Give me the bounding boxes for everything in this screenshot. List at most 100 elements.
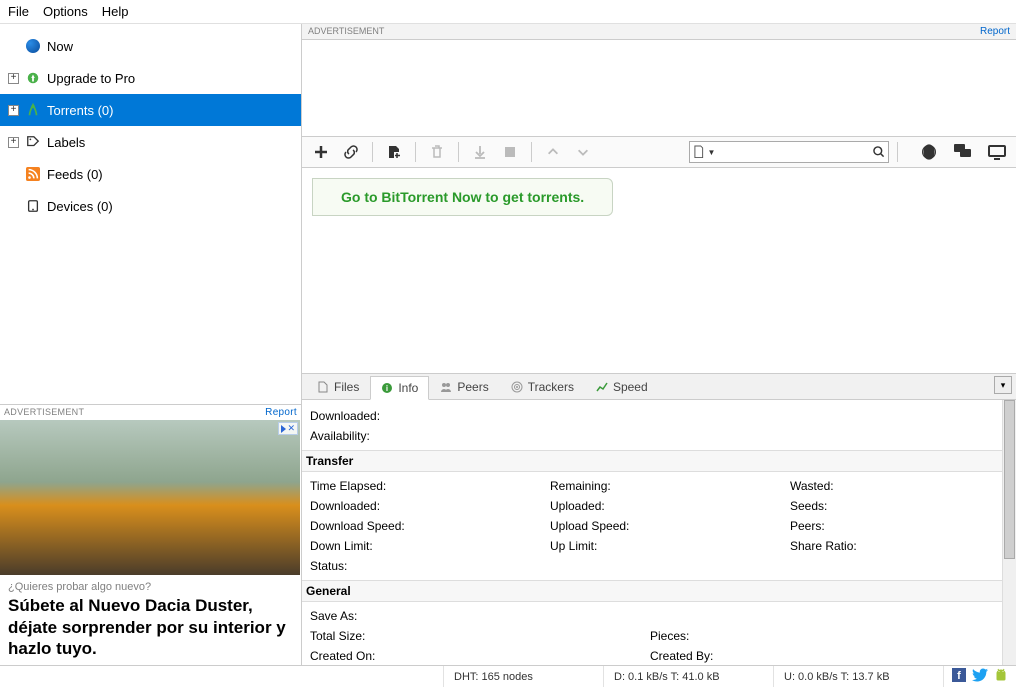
sidebar-label: Upgrade to Pro [47, 71, 135, 86]
search-dropdown-icon[interactable]: ▼ [706, 148, 718, 157]
label-upload-speed: Upload Speed: [550, 516, 790, 536]
sidebar-label: Now [47, 39, 73, 54]
menu-options[interactable]: Options [43, 4, 88, 19]
expand-icon[interactable]: + [8, 105, 19, 116]
label-created-on: Created On: [310, 646, 650, 665]
label-created-by: Created By: [650, 646, 1008, 665]
label-download-speed: Download Speed: [310, 516, 550, 536]
create-torrent-button[interactable] [381, 139, 407, 165]
add-url-button[interactable] [338, 139, 364, 165]
device-icon [25, 198, 41, 214]
ad-image[interactable]: ✕ [0, 420, 300, 575]
label-uploaded: Uploaded: [550, 496, 790, 516]
search-input[interactable] [717, 145, 872, 159]
torrent-list-pane: Go to BitTorrent Now to get torrents. [302, 168, 1016, 374]
status-upload[interactable]: U: 0.0 kB/s T: 13.7 kB [774, 666, 944, 687]
sidebar-label: Torrents (0) [47, 103, 113, 118]
status-dht[interactable]: DHT: 165 nodes [444, 666, 604, 687]
ad-choices-badge[interactable]: ✕ [278, 422, 298, 435]
ad-label: ADVERTISEMENT [4, 407, 84, 418]
toolbar: ▼ [302, 136, 1016, 168]
label-total-size: Total Size: [310, 626, 650, 646]
tab-info[interactable]: i Info [370, 376, 429, 400]
sidebar-label: Devices (0) [47, 199, 113, 214]
label-up-limit: Up Limit: [550, 536, 790, 556]
twitter-icon[interactable] [972, 668, 988, 685]
social-icons: f [944, 668, 1016, 685]
info-downloaded: Downloaded: [310, 406, 1008, 426]
add-torrent-button[interactable] [308, 139, 334, 165]
sidebar-item-torrents[interactable]: + Torrents (0) [0, 94, 301, 126]
ad-caption: ¿Quieres probar algo nuevo? [0, 575, 301, 595]
right-column: ADVERTISEMENT Report ▼ [302, 24, 1016, 665]
label-wasted: Wasted: [790, 476, 1008, 496]
label-downloaded: Downloaded: [310, 496, 550, 516]
now-icon [25, 38, 41, 54]
sidebar-label: Labels [47, 135, 85, 150]
info-availability: Availability: [310, 426, 1008, 446]
sidebar: Now + Upgrade to Pro + Torrents (0) + La… [0, 24, 301, 404]
sidebar-item-now[interactable]: Now [0, 30, 301, 62]
info-pane: Downloaded: Availability: Transfer Time … [302, 400, 1016, 665]
move-down-button[interactable] [570, 139, 596, 165]
ad-header: ADVERTISEMENT Report [0, 404, 301, 420]
sidebar-item-devices[interactable]: Devices (0) [0, 190, 301, 222]
bundles-button[interactable] [916, 139, 942, 165]
label-pieces: Pieces: [650, 626, 1008, 646]
svg-text:i: i [386, 384, 388, 393]
stop-button[interactable] [497, 139, 523, 165]
search-icon[interactable] [872, 145, 886, 159]
torrent-icon [25, 102, 41, 118]
android-icon[interactable] [994, 668, 1008, 685]
move-up-button[interactable] [540, 139, 566, 165]
label-share-ratio: Share Ratio: [790, 536, 1008, 556]
menu-file[interactable]: File [8, 4, 29, 19]
expand-icon[interactable]: + [8, 73, 19, 84]
svg-text:f: f [957, 670, 961, 682]
search-category-icon[interactable] [692, 145, 706, 159]
details-tabs: Files i Info Peers Trackers Speed ▾ [302, 374, 1016, 400]
tab-speed[interactable]: Speed [585, 375, 659, 399]
sidebar-item-upgrade[interactable]: + Upgrade to Pro [0, 62, 301, 94]
search-box[interactable]: ▼ [689, 141, 889, 163]
start-button[interactable] [467, 139, 493, 165]
label-seeds: Seeds: [790, 496, 1008, 516]
ad-label: ADVERTISEMENT [308, 26, 384, 37]
status-empty [0, 666, 444, 687]
rss-icon [25, 166, 41, 182]
label-remaining: Remaining: [550, 476, 790, 496]
details-scrollbar[interactable] [1002, 400, 1016, 665]
expand-icon[interactable]: + [8, 137, 19, 148]
label-status: Status: [310, 556, 550, 576]
section-general: General [302, 580, 1016, 602]
tab-trackers[interactable]: Trackers [500, 375, 585, 399]
upgrade-icon [25, 70, 41, 86]
ad-report-link[interactable]: Report [265, 407, 297, 418]
tab-files[interactable]: Files [306, 375, 370, 399]
remove-button[interactable] [424, 139, 450, 165]
sidebar-label: Feeds (0) [47, 167, 103, 182]
menu-help[interactable]: Help [102, 4, 129, 19]
sidebar-item-feeds[interactable]: Feeds (0) [0, 158, 301, 190]
promo-banner[interactable]: Go to BitTorrent Now to get torrents. [312, 178, 613, 216]
status-bar: DHT: 165 nodes D: 0.1 kB/s T: 41.0 kB U:… [0, 665, 1016, 687]
label-time-elapsed: Time Elapsed: [310, 476, 550, 496]
tab-peers[interactable]: Peers [429, 375, 499, 399]
top-ad-header: ADVERTISEMENT Report [302, 24, 1016, 40]
label-icon [25, 134, 41, 150]
label-peers: Peers: [790, 516, 1008, 536]
status-download[interactable]: D: 0.1 kB/s T: 41.0 kB [604, 666, 774, 687]
remote-button[interactable] [984, 139, 1010, 165]
chat-button[interactable] [950, 139, 976, 165]
label-save-as: Save As: [310, 606, 650, 626]
label-down-limit: Down Limit: [310, 536, 550, 556]
ad-report-link[interactable]: Report [980, 26, 1010, 37]
top-ad-space [302, 40, 1016, 136]
left-column: Now + Upgrade to Pro + Torrents (0) + La… [0, 24, 302, 665]
facebook-icon[interactable]: f [952, 668, 966, 685]
menubar: File Options Help [0, 0, 1016, 24]
collapse-details-button[interactable]: ▾ [994, 376, 1012, 394]
sidebar-item-labels[interactable]: + Labels [0, 126, 301, 158]
ad-headline[interactable]: Súbete al Nuevo Dacia Duster, déjate sor… [0, 595, 301, 665]
section-transfer: Transfer [302, 450, 1016, 472]
